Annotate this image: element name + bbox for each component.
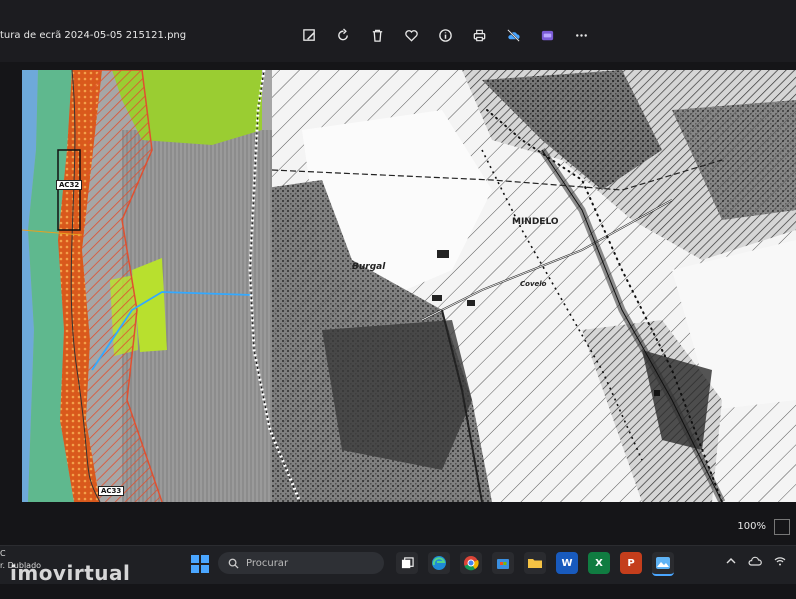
zone-label-ac33: AC33 [98, 486, 125, 496]
screen: tura de ecrã 2024-05-05 215121.png AC32 … [0, 0, 796, 599]
store-icon[interactable] [492, 552, 514, 574]
place-label-covelo: Covelo [520, 280, 547, 288]
search-icon [228, 558, 239, 569]
place-label-mindelo: MINDELO [512, 217, 559, 227]
windows-start-icon[interactable] [191, 555, 209, 573]
word-icon[interactable]: W [556, 552, 578, 574]
edge-icon[interactable] [428, 552, 450, 574]
print-icon[interactable] [468, 24, 490, 46]
taskbar-search[interactable]: Procurar [218, 552, 384, 574]
system-tray [726, 556, 786, 569]
file-title: tura de ecrã 2024-05-05 215121.png [0, 30, 187, 41]
chevron-up-icon[interactable] [726, 556, 736, 569]
info-icon[interactable] [434, 24, 456, 46]
fit-window-icon[interactable] [774, 519, 790, 535]
edit-image-icon[interactable] [298, 24, 320, 46]
image-viewer[interactable]: AC32 AC33 Burgal MINDELO Covelo [22, 70, 796, 502]
watermark-logo: imovirtual [10, 561, 131, 585]
trash-icon[interactable] [366, 24, 388, 46]
excel-icon[interactable]: X [588, 552, 610, 574]
zone-label-ac32: AC32 [56, 180, 83, 190]
powerpoint-icon[interactable]: P [620, 552, 642, 574]
rotate-icon[interactable] [332, 24, 354, 46]
clipchamp-icon[interactable] [536, 24, 558, 46]
weather-line-1: C [0, 549, 6, 558]
file-explorer-icon[interactable] [524, 552, 546, 574]
photos-icon[interactable] [652, 552, 674, 576]
task-view-icon[interactable] [396, 552, 418, 574]
place-label-burgal: Burgal [352, 262, 386, 272]
taskbar-apps: W X P [396, 552, 674, 576]
chrome-icon[interactable] [460, 552, 482, 574]
photo-toolbar [298, 24, 592, 46]
cloud-off-icon[interactable] [502, 24, 524, 46]
heart-icon[interactable] [400, 24, 422, 46]
more-icon[interactable] [570, 24, 592, 46]
search-placeholder: Procurar [246, 557, 289, 569]
photos-title-bar: tura de ecrã 2024-05-05 215121.png [0, 0, 796, 62]
zoning-map-image [22, 70, 796, 502]
zoom-level[interactable]: 100% [737, 521, 766, 532]
cloud-icon[interactable] [748, 556, 762, 569]
wifi-icon[interactable] [774, 556, 786, 569]
